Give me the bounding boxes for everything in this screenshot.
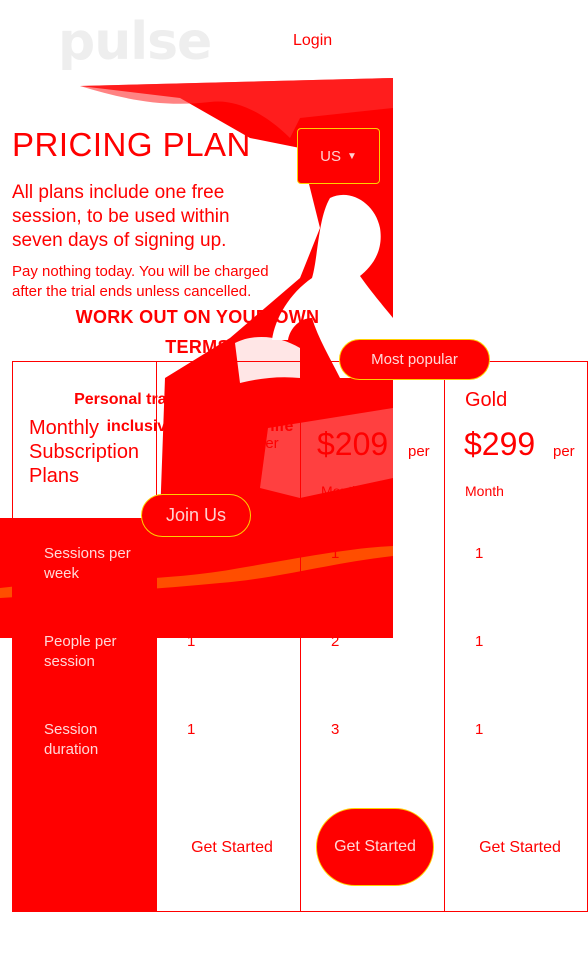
join-us-button[interactable]: Join Us bbox=[141, 494, 251, 537]
get-started-bronze-button[interactable]: Get Started bbox=[173, 809, 291, 887]
chevron-down-icon: ▼ bbox=[346, 150, 357, 162]
workout-line-2: TERMS bbox=[165, 337, 230, 357]
feature-value: 1 bbox=[187, 545, 196, 562]
personal-line-1: Personal training that's all-in and bbox=[74, 391, 326, 408]
plan-period-bronze: Month bbox=[177, 474, 216, 490]
page-title: PRICING PLAN bbox=[12, 126, 251, 163]
plan-per-silver: per bbox=[408, 443, 430, 460]
feature-value: 1 bbox=[331, 545, 340, 562]
column-divider bbox=[444, 362, 445, 911]
pricing-table: Monthly Subscription Plans Bronze $119 p… bbox=[12, 361, 588, 912]
plan-name-gold: Gold bbox=[465, 389, 508, 411]
personal-line-2: inclusive and access life bbox=[106, 418, 294, 435]
feature-value: 1 bbox=[187, 721, 196, 738]
country-value: US bbox=[320, 147, 341, 165]
plan-price-gold: $299 bbox=[464, 426, 536, 462]
feature-value: 1 bbox=[187, 633, 196, 650]
most-popular-badge: Most popular bbox=[339, 339, 490, 380]
plan-period-gold: Month bbox=[465, 483, 504, 499]
hero-note: Pay nothing today. You will be charged a… bbox=[12, 263, 269, 300]
feature-value: 3 bbox=[331, 721, 340, 738]
column-divider bbox=[300, 362, 301, 911]
feature-label-session-duration: Session duration bbox=[44, 721, 99, 758]
workout-line-1: WORK OUT ON YOUR OWN bbox=[75, 307, 320, 327]
brand-logo[interactable]: pulse bbox=[58, 14, 212, 70]
login-link[interactable]: Login bbox=[293, 31, 332, 51]
feature-value: 1 bbox=[475, 633, 484, 650]
plan-per-gold: per bbox=[553, 443, 575, 460]
hero-subtitle: All plans include one free session, to b… bbox=[12, 182, 230, 251]
feature-label-sessions-per-week: Sessions per week bbox=[44, 545, 131, 582]
personal-training-text: Personal training that's all-in and incl… bbox=[40, 386, 360, 440]
country-select[interactable]: US ▼ bbox=[297, 128, 380, 184]
feature-value: 1 bbox=[475, 545, 484, 562]
feature-value: 2 bbox=[331, 633, 340, 650]
feature-value: 1 bbox=[475, 721, 484, 738]
feature-label-people-per-session: People per session bbox=[44, 633, 117, 670]
get-started-silver-button[interactable]: Get Started bbox=[316, 808, 434, 886]
get-started-gold-button[interactable]: Get Started bbox=[461, 809, 579, 887]
workout-heading: WORK OUT ON YOUR OWN TERMS bbox=[60, 302, 335, 362]
plan-period-silver: Month bbox=[321, 483, 360, 499]
